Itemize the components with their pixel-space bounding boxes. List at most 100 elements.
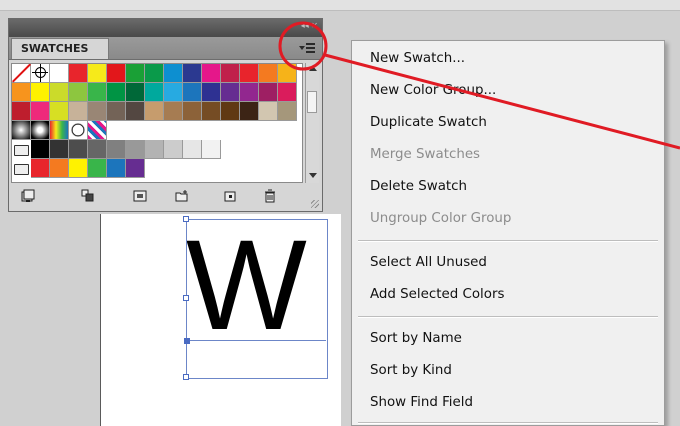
swatch-group-color[interactable] [107, 159, 126, 178]
menu-item-new-swatch[interactable]: New Swatch... [370, 48, 465, 70]
swatch-gradient-circle[interactable] [69, 121, 88, 140]
swatch-gray[interactable] [88, 140, 107, 159]
swatch-color[interactable] [126, 83, 145, 102]
swatch-color[interactable] [221, 83, 240, 102]
swatch-color[interactable] [145, 102, 164, 121]
swatch-color[interactable] [107, 102, 126, 121]
menu-item-new-color-group[interactable]: New Color Group... [370, 80, 496, 102]
swatch-color[interactable] [240, 83, 259, 102]
scroll-down-arrow-icon[interactable] [309, 173, 317, 178]
swatch-color[interactable] [259, 83, 278, 102]
menu-item-delete-swatch[interactable]: Delete Swatch [370, 176, 467, 198]
scroll-up-arrow-icon[interactable] [309, 66, 317, 71]
menu-item-sort-by-kind[interactable]: Sort by Kind [370, 360, 452, 382]
swatch-color[interactable] [164, 64, 183, 83]
swatch-gray[interactable] [145, 140, 164, 159]
swatch-color[interactable] [278, 64, 297, 83]
swatch-group-color[interactable] [126, 159, 145, 178]
swatch-color[interactable] [12, 83, 31, 102]
menu-item-sort-by-name[interactable]: Sort by Name [370, 328, 462, 350]
swatch-gradient-radial[interactable] [12, 121, 31, 140]
swatch-color[interactable] [202, 64, 221, 83]
panel-title-bar[interactable]: ◂◂ ✕ [9, 19, 322, 37]
swatch-registration[interactable] [31, 64, 50, 83]
menu-item-select-all-unused[interactable]: Select All Unused [370, 252, 487, 274]
swatch-none[interactable] [12, 64, 31, 83]
swatch-color[interactable] [183, 83, 202, 102]
swatch-color[interactable] [183, 102, 202, 121]
swatch-gray[interactable] [126, 140, 145, 159]
collapse-panel-icon[interactable]: ◂◂ ✕ [301, 21, 318, 31]
swatch-color[interactable] [88, 83, 107, 102]
panel-tab-row: SWATCHES [9, 37, 322, 60]
panel-bottom-toolbar [9, 185, 322, 211]
swatch-color[interactable] [88, 64, 107, 83]
menu-item-show-find-field[interactable]: Show Find Field [370, 392, 473, 414]
selection-handle-top-left[interactable] [183, 216, 189, 222]
swatch-color[interactable] [50, 64, 69, 83]
new-swatch-icon[interactable] [223, 189, 237, 203]
swatch-color[interactable] [126, 64, 145, 83]
swatch-group-color[interactable] [50, 159, 69, 178]
swatch-color[interactable] [126, 102, 145, 121]
swatch-color[interactable] [164, 83, 183, 102]
flyout-lines-icon [306, 43, 315, 45]
swatch-color[interactable] [145, 83, 164, 102]
swatch-color[interactable] [164, 102, 183, 121]
swatch-color[interactable] [202, 102, 221, 121]
swatch-color[interactable] [202, 83, 221, 102]
swatch-color[interactable] [221, 64, 240, 83]
swatch-color[interactable] [278, 83, 297, 102]
swatch-color[interactable] [183, 64, 202, 83]
swatch-gray[interactable] [69, 140, 88, 159]
swatch-color[interactable] [107, 64, 126, 83]
swatch-options-icon[interactable] [133, 189, 147, 203]
swatch-color[interactable] [240, 102, 259, 121]
swatch-color[interactable] [278, 102, 297, 121]
scroll-thumb[interactable] [307, 91, 317, 113]
swatch-color[interactable] [31, 83, 50, 102]
swatch-color[interactable] [88, 102, 107, 121]
swatch-scrollbar[interactable] [305, 63, 319, 183]
swatch-color[interactable] [145, 64, 164, 83]
swatch-group-color[interactable] [31, 159, 50, 178]
swatch-pattern[interactable] [88, 121, 107, 140]
selection-handle-mid-left[interactable] [183, 295, 189, 301]
panel-flyout-menu-button[interactable] [297, 40, 317, 56]
swatch-color[interactable] [69, 83, 88, 102]
swatch-gray[interactable] [31, 140, 50, 159]
swatch-color[interactable] [259, 64, 278, 83]
selection-handle-bottom-left[interactable] [183, 374, 189, 380]
swatch-color[interactable] [69, 64, 88, 83]
selection-bounding-box[interactable] [186, 219, 328, 379]
swatch-group-color[interactable] [69, 159, 88, 178]
new-color-group-icon[interactable] [175, 189, 189, 203]
swatch-group-color[interactable] [88, 159, 107, 178]
swatch-color[interactable] [69, 102, 88, 121]
swatch-gray[interactable] [202, 140, 221, 159]
swatch-color[interactable] [31, 102, 50, 121]
tab-swatches[interactable]: SWATCHES [11, 38, 109, 59]
delete-swatch-icon[interactable] [263, 189, 277, 203]
swatch-gray[interactable] [183, 140, 202, 159]
swatch-libraries-menu-icon[interactable] [21, 189, 35, 203]
swatch-gradient-spectrum[interactable] [50, 121, 69, 140]
swatch-color[interactable] [50, 102, 69, 121]
swatch-gray[interactable] [164, 140, 183, 159]
text-baseline-anchor[interactable] [184, 338, 190, 344]
show-swatch-kinds-menu-icon[interactable] [81, 189, 95, 203]
swatch-color[interactable] [50, 83, 69, 102]
panel-resize-grip[interactable] [311, 200, 319, 208]
swatch-color[interactable] [259, 102, 278, 121]
swatch-color[interactable] [107, 83, 126, 102]
swatch-gray[interactable] [107, 140, 126, 159]
flyout-arrow-icon [299, 46, 305, 50]
menu-item-add-selected-colors[interactable]: Add Selected Colors [370, 284, 504, 306]
menu-item-merge-swatches: Merge Swatches [370, 147, 481, 162]
menu-item-duplicate-swatch[interactable]: Duplicate Swatch [370, 112, 487, 134]
swatch-color[interactable] [221, 102, 240, 121]
swatch-color[interactable] [12, 102, 31, 121]
swatch-gradient-radial-dark[interactable] [31, 121, 50, 140]
swatch-color[interactable] [240, 64, 259, 83]
swatch-gray[interactable] [50, 140, 69, 159]
